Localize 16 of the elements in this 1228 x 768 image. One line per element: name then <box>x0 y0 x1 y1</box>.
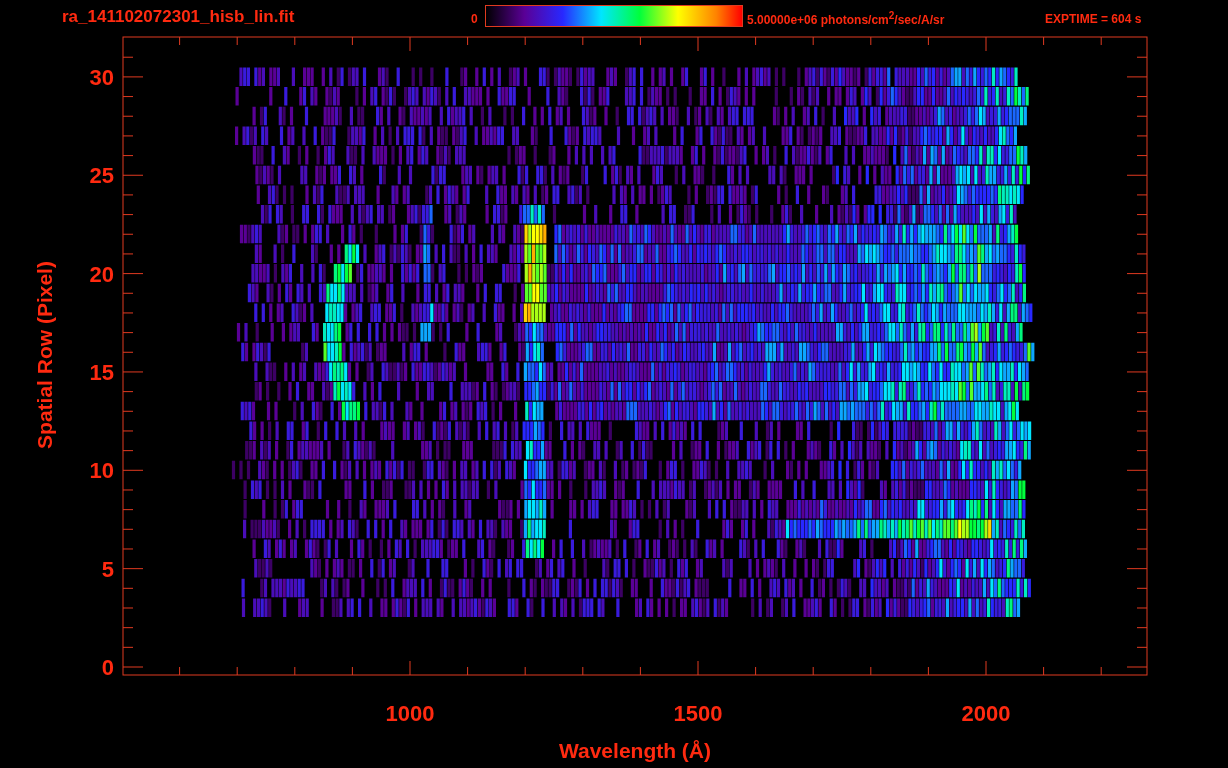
y-tick-label: 15 <box>89 360 114 386</box>
exposure-time: EXPTIME = 604 s <box>1045 12 1142 26</box>
x-axis-title: Wavelength (Å) <box>558 739 712 762</box>
colorbar-max-label: 5.00000e+06 photons/cm$^{2}$/sec/A/sr <box>747 10 945 27</box>
x-tick-label: 1000 <box>385 701 435 726</box>
file-name: ra_141102072301_hisb_lin.fit <box>62 7 295 27</box>
y-tick-label: 5 <box>101 556 114 582</box>
y-axis-title: Spatial Row (Pixel) <box>33 261 56 449</box>
y-tick-label: 20 <box>89 261 114 287</box>
x-tick-label: 2000 <box>961 701 1011 726</box>
y-tick-label: 10 <box>89 458 114 484</box>
x-tick-label: 1500 <box>673 701 723 726</box>
colorbar-min-label: 0 <box>471 12 478 26</box>
y-tick-label: 30 <box>89 65 114 90</box>
y-tick-label: 25 <box>89 163 114 189</box>
y-tick-label: 0 <box>101 655 114 681</box>
